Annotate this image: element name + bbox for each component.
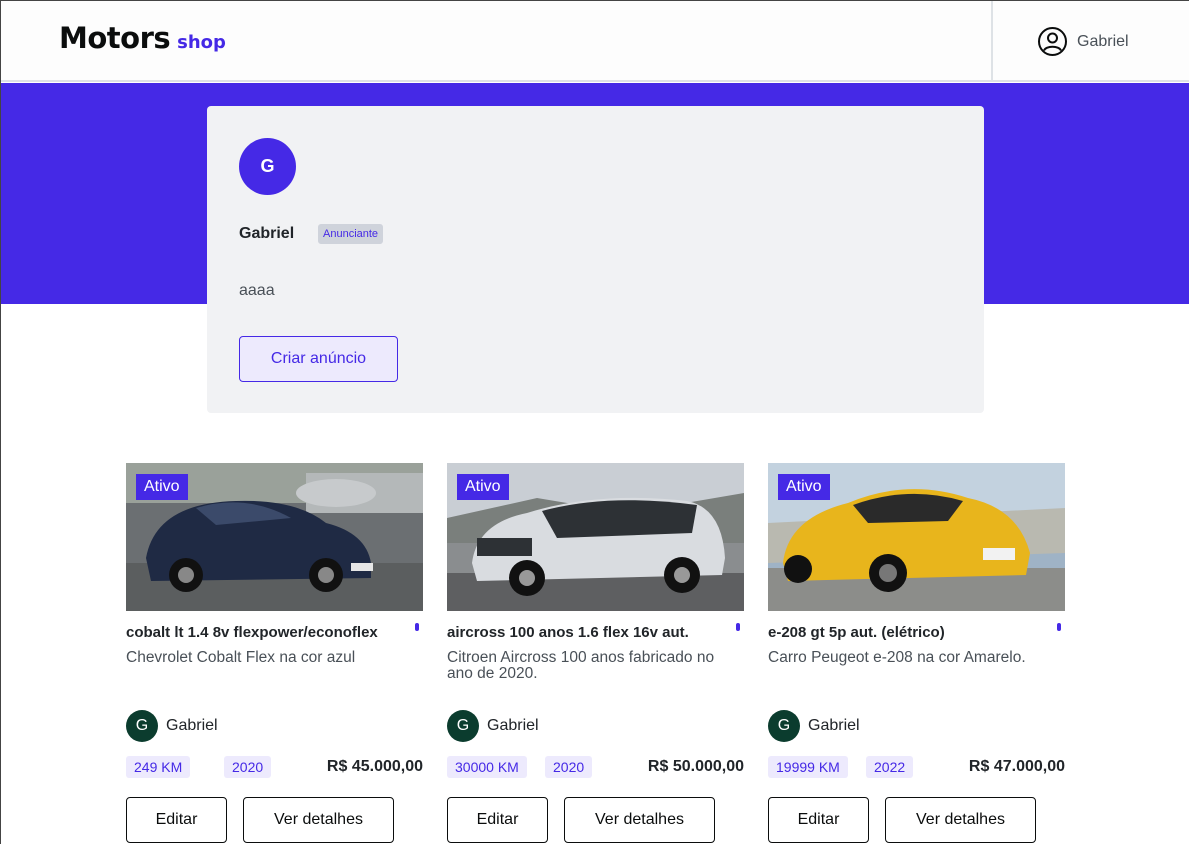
seller-avatar: G [768,710,800,742]
profile-name: Gabriel [239,225,295,242]
seller-name: Gabriel [487,717,539,734]
status-badge: Ativo [457,474,509,500]
create-ad-button[interactable]: Criar anúncio [239,336,398,382]
indicator-dot [1057,623,1061,631]
brand-logo[interactable]: Motors shop [59,21,226,55]
logo-text-main: Motors [59,21,171,55]
card-title: aircross 100 anos 1.6 flex 16v aut. [447,624,689,641]
user-menu[interactable]: Gabriel [1037,26,1129,57]
product-card[interactable]: Ativo aircross 100 anos 1.6 flex 16v aut… [447,463,744,844]
product-card[interactable]: Ativo e-208 gt 5p aut. (elétrico) Carro … [768,463,1065,844]
year-tag: 2020 [224,756,272,778]
card-description: Chevrolet Cobalt Flex na cor azul [126,649,356,666]
user-circle-icon [1037,26,1068,57]
user-name: Gabriel [1077,32,1129,50]
details-button[interactable]: Ver detalhes [564,797,715,843]
card-meta: 249 KM 2020 R$ 45.000,00 [126,756,423,778]
card-description: Citroen Aircross 100 anos fabricado no a… [447,649,715,682]
details-button[interactable]: Ver detalhes [243,797,394,843]
seller-avatar: G [126,710,158,742]
status-badge: Ativo [778,474,830,500]
car-image[interactable]: Ativo [768,463,1065,611]
card-title: e-208 gt 5p aut. (elétrico) [768,624,945,641]
card-meta: 19999 KM 2022 R$ 47.000,00 [768,756,1065,778]
edit-button[interactable]: Editar [126,797,227,843]
price: R$ 47.000,00 [968,758,1065,775]
card-title: cobalt lt 1.4 8v flexpower/econoflex [126,624,378,641]
km-tag: 19999 KM [768,756,848,778]
product-card[interactable]: Ativo cobalt lt 1.4 8v flexpower/econofl… [126,463,423,844]
year-tag: 2020 [545,756,593,778]
seller-avatar: G [447,710,479,742]
edit-button[interactable]: Editar [447,797,548,843]
profile-card: G Gabriel Anunciante aaaa Criar anúncio [207,106,984,413]
top-navbar: Motors shop Gabriel [1,0,1189,82]
price: R$ 50.000,00 [647,758,744,775]
km-tag: 30000 KM [447,756,527,778]
status-badge: Ativo [136,474,188,500]
car-image[interactable]: Ativo [447,463,744,611]
seller-name: Gabriel [166,717,218,734]
year-tag: 2022 [866,756,914,778]
header-divider [991,1,993,81]
price: R$ 45.000,00 [326,758,423,775]
seller-info: G Gabriel [126,710,218,742]
card-meta: 30000 KM 2020 R$ 50.000,00 [447,756,744,778]
seller-info: G Gabriel [447,710,539,742]
km-tag: 249 KM [126,756,191,778]
role-badge: Anunciante [318,224,384,244]
indicator-dot [415,623,419,631]
seller-info: G Gabriel [768,710,860,742]
logo-text-sub: shop [177,32,226,53]
car-image[interactable]: Ativo [126,463,423,611]
edit-button[interactable]: Editar [768,797,869,843]
indicator-dot [736,623,740,631]
profile-description: aaaa [239,282,275,299]
seller-name: Gabriel [808,717,860,734]
card-description: Carro Peugeot e-208 na cor Amarelo. [768,649,1026,666]
details-button[interactable]: Ver detalhes [885,797,1036,843]
profile-avatar: G [239,138,296,195]
